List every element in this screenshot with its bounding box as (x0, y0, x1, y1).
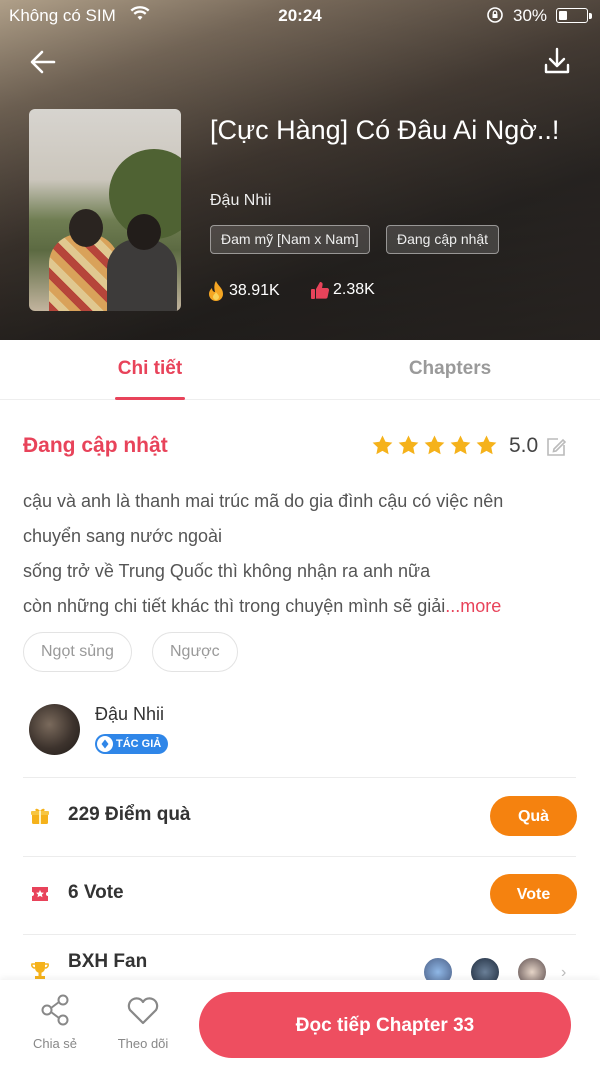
star-icon (398, 435, 419, 455)
star-icon (450, 435, 471, 455)
likes-stat: 2.38K (310, 280, 375, 300)
rotation-lock-icon (486, 6, 504, 29)
genre-tag[interactable]: Đam mỹ [Nam x Nam] (210, 225, 370, 254)
author-badge: TÁC GIẢ (95, 734, 169, 754)
share-button[interactable]: Chia sẻ (25, 993, 85, 1051)
star-icon (372, 435, 393, 455)
download-button[interactable] (540, 44, 574, 78)
continue-reading-button[interactable]: Đọc tiếp Chapter 33 (199, 992, 571, 1058)
views-stat: 38.91K (206, 280, 280, 302)
likes-count: 2.38K (333, 281, 375, 298)
fan-ranking-title[interactable]: BXH Fan (68, 951, 147, 973)
avatar[interactable] (29, 704, 80, 755)
gift-icon (30, 806, 50, 826)
trophy-icon (30, 960, 50, 980)
rating-stars[interactable] (371, 434, 498, 457)
active-tab-indicator (115, 397, 185, 400)
thumbs-up-icon (311, 282, 330, 299)
bottom-action-bar: Chia sẻ Theo dõi Đọc tiếp Chapter 33 (0, 980, 600, 1067)
gift-button[interactable]: Quà (490, 796, 577, 836)
genre-chip[interactable]: Ngọt sủng (23, 632, 132, 672)
follow-button[interactable]: Theo dõi (113, 993, 173, 1051)
update-status: Đang cập nhật (23, 434, 168, 457)
share-icon (41, 994, 69, 1026)
follow-label: Theo dõi (117, 1036, 169, 1051)
divider (23, 777, 576, 778)
star-icon (476, 435, 497, 455)
gift-points: 229 Điểm quà (68, 804, 191, 825)
views-count: 38.91K (229, 282, 280, 299)
pen-icon (97, 736, 113, 752)
book-title: [Cực Hàng] Có Đâu Ai Ngờ..! (210, 115, 560, 145)
fire-icon (209, 281, 223, 301)
tab-details[interactable]: Chi tiết (50, 358, 250, 380)
battery-fill (559, 11, 567, 20)
heart-icon (127, 997, 159, 1025)
divider (23, 856, 576, 857)
back-button[interactable] (26, 44, 62, 80)
status-tag[interactable]: Đang cập nhật (386, 225, 500, 254)
description: cậu và anh là thanh mai trúc mã do gia đ… (23, 484, 583, 624)
description-line: sống trở về Trung Quốc thì không nhận ra… (23, 554, 583, 589)
vote-button[interactable]: Vote (490, 874, 577, 914)
status-bar: Không có SIM 20:24 30% (0, 0, 600, 32)
description-line: còn những chi tiết khác thì trong chuyện… (23, 589, 583, 624)
vote-count: 6 Vote (68, 882, 124, 903)
star-icon (424, 435, 445, 455)
ticket-icon (30, 884, 50, 904)
clock: 20:24 (278, 6, 322, 25)
tab-bar: Chi tiết Chapters (0, 340, 600, 400)
divider (23, 934, 576, 935)
author-name[interactable]: Đậu Nhii (95, 704, 164, 725)
edit-icon[interactable] (545, 436, 567, 458)
battery-icon (556, 8, 592, 23)
more-link[interactable]: ...more (445, 596, 501, 616)
battery-percent: 30% (513, 6, 548, 25)
download-icon (544, 47, 570, 74)
tab-chapters[interactable]: Chapters (350, 358, 550, 380)
book-header: Không có SIM 20:24 30% [Cực Hàng] Có Đâu… (0, 0, 600, 340)
description-line: chuyển sang nước ngoài (23, 526, 222, 546)
author-badge-label: TÁC GIẢ (116, 738, 162, 750)
description-line: cậu và anh là thanh mai trúc mã do gia đ… (23, 491, 504, 511)
arrow-left-icon (30, 50, 56, 74)
rating-value: 5.0 (509, 434, 539, 457)
book-cover (29, 109, 181, 311)
share-label: Chia sẻ (32, 1036, 78, 1051)
genre-chip[interactable]: Ngược (152, 632, 238, 672)
book-author: Đậu Nhii (210, 192, 272, 209)
description-text: còn những chi tiết khác thì trong chuyện… (23, 596, 446, 616)
description-text: sống trở về Trung Quốc thì không nhận ra… (23, 561, 431, 581)
